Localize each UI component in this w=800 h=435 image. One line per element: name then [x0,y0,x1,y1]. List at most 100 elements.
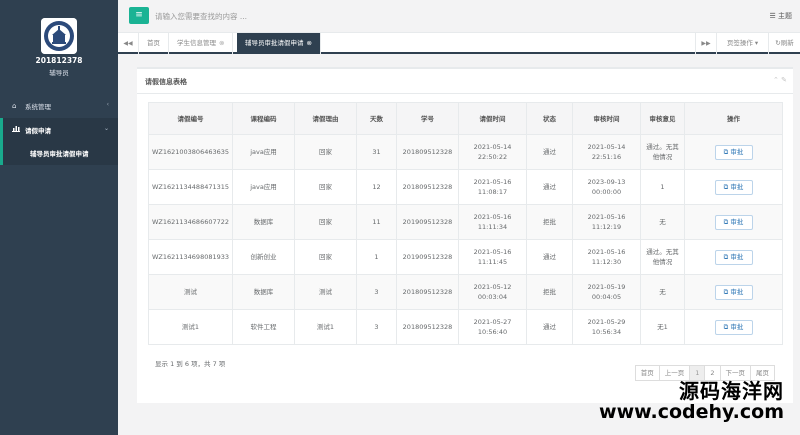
cell-leave-time: 2021-05-27 10:56:40 [458,309,527,345]
sidebar-item-label: 请假申请 [25,126,51,135]
watermark-title: 源码海洋网 [679,379,784,403]
divider [137,93,793,94]
cell-status: 拒批 [526,204,573,240]
search-input[interactable] [155,9,455,24]
approve-button[interactable]: ⧉ 审批 [714,144,753,160]
copy-icon: ⧉ [723,147,729,156]
cell-review-comment: 通过。无其 他情况 [640,239,685,275]
column-header[interactable]: 操作 [684,102,783,135]
cell-days: 11 [356,204,397,240]
user-id: 201812378 [35,56,83,65]
close-icon[interactable]: ⊗ [219,39,224,47]
table-row: 测试1 软件工程 测试1 3 201809512328 2021-05-27 10… [148,309,783,345]
avatar[interactable] [41,18,77,54]
cell-action: ⧉ 审批 [684,239,783,275]
cell-review-time: 2021-05-29 10:56:34 [572,309,641,345]
pagination-info: 显示 1 到 6 项，共 7 项 [155,360,226,368]
university-emblem-icon [41,18,77,54]
caret-down-icon: ▾ [752,39,759,47]
approve-button[interactable]: ⧉ 审批 [714,284,753,300]
cell-review-time: 2021-05-16 11:12:30 [572,239,641,275]
cell-leave-id: 测试 [148,274,233,310]
column-header[interactable]: 审核时间 [572,102,641,135]
tab-scroll-right-button[interactable]: ▶▶ [695,33,716,54]
column-header[interactable]: 课程编码 [232,102,295,135]
tab-scroll-left-button[interactable]: ◀◀ [118,33,139,54]
copy-icon: ⧉ [723,322,729,331]
cell-student-no: 201809512328 [396,274,459,310]
cell-leave-time: 2021-05-16 11:11:34 [458,204,527,240]
hamburger-icon: ≡ [135,10,143,20]
cell-status: 通过 [526,169,573,205]
cell-leave-id: WZ1621003806463635 [148,134,233,170]
cell-leave-id: 测试1 [148,309,233,345]
refresh-button[interactable]: ↻刷新 [768,33,800,54]
column-header[interactable]: 状态 [526,102,573,135]
cell-action: ⧉ 审批 [684,309,783,345]
copy-icon: ⧉ [723,217,729,226]
theme-icon: ☰ [769,12,776,20]
column-header[interactable]: 请假时间 [458,102,527,135]
tab-label: 首页 [147,39,160,47]
tab-operations-dropdown[interactable]: 页签操作 ▾ [716,33,768,54]
column-header[interactable]: 请假理由 [294,102,357,135]
cell-review-comment: 无 [640,274,685,310]
column-header[interactable]: 请假编号 [148,102,233,135]
leave-info-panel: 请假信息表格 ⌃ ✎ 请假编号 课程编码 请假理由 天数 学号 请假时间 状态 … [137,67,793,403]
cell-student-no: 201809512328 [396,169,459,205]
menu-toggle-button[interactable]: ≡ [129,7,149,24]
column-header[interactable]: 天数 [356,102,397,135]
tab-label: 辅导员审批请假申请 [245,39,304,47]
collapse-icon[interactable]: ⌃ [773,76,779,84]
table-row: 测试 数据库 测试 3 201809512328 2021-05-12 00:03… [148,274,783,310]
cell-course: 软件工程 [232,309,295,345]
copy-icon: ⧉ [723,182,729,191]
approve-button[interactable]: ⧉ 审批 [714,319,753,335]
close-icon[interactable]: ⊗ [307,39,312,47]
table-row: WZ1621134488471315 java应用 回家 12 20180951… [148,169,783,205]
cell-course: java应用 [232,169,295,205]
approve-button[interactable]: ⧉ 审批 [714,214,753,230]
sidebar-item-system-management[interactable]: ⌂ 系统管理 ‹ [0,94,118,117]
theme-button[interactable]: ☰ 主题 [769,11,792,21]
tab-bar: ◀◀ 首页 学生信息管理 ⊗ 辅导员审批请假申请 ⊗ ▶▶ 页签操作 ▾ ↻刷新 [118,33,800,54]
cell-student-no: 201909512328 [396,239,459,275]
cell-student-no: 201809512328 [396,134,459,170]
cell-action: ⧉ 审批 [684,169,783,205]
table-row: WZ1621134698081933 创新创业 回家 1 20190951232… [148,239,783,275]
table-row: WZ1621134686607722 数据库 回家 11 20190951232… [148,204,783,240]
cell-leave-id: WZ1621134488471315 [148,169,233,205]
column-header[interactable]: 学号 [396,102,459,135]
user-role: 辅导员 [49,69,69,77]
approve-button[interactable]: ⧉ 审批 [714,179,753,195]
wrench-icon[interactable]: ✎ [781,76,787,84]
tab-counselor-approval[interactable]: 辅导员审批请假申请 ⊗ [237,33,321,54]
page-first-button[interactable]: 首页 [634,365,660,381]
cell-days: 31 [356,134,397,170]
cell-student-no: 201809512328 [396,309,459,345]
sidebar-item-leave-request[interactable]: 请假申请 ⌄ [0,118,118,141]
cell-action: ⧉ 审批 [684,134,783,170]
watermark: 源码海洋网 www.codehy.com [599,380,784,424]
cell-status: 通过 [526,134,573,170]
cell-days: 3 [356,309,397,345]
cell-leave-id: WZ1621134686607722 [148,204,233,240]
sidebar-subitem-label: 辅导员审批请假申请 [30,150,89,158]
cell-review-comment: 1 [640,169,685,205]
tab-home[interactable]: 首页 [139,33,169,54]
top-bar: ≡ ☰ 主题 [118,0,800,33]
cell-leave-id: WZ1621134698081933 [148,239,233,275]
sidebar-subitem-counselor-approval[interactable]: 辅导员审批请假申请 [0,141,118,165]
cell-days: 12 [356,169,397,205]
cell-review-time: 2021-05-14 22:51:16 [572,134,641,170]
bar-chart-icon [12,125,20,134]
column-header[interactable]: 审核意见 [640,102,685,135]
cell-reason: 回家 [294,134,357,170]
double-chevron-right-icon: ▶▶ [701,40,711,47]
tab-student-info[interactable]: 学生信息管理 ⊗ [169,33,234,54]
tab-label: 学生信息管理 [177,39,216,47]
cell-days: 3 [356,274,397,310]
panel-tools: ⌃ ✎ [773,76,787,84]
cell-leave-time: 2021-05-16 11:08:17 [458,169,527,205]
approve-button[interactable]: ⧉ 审批 [714,249,753,265]
